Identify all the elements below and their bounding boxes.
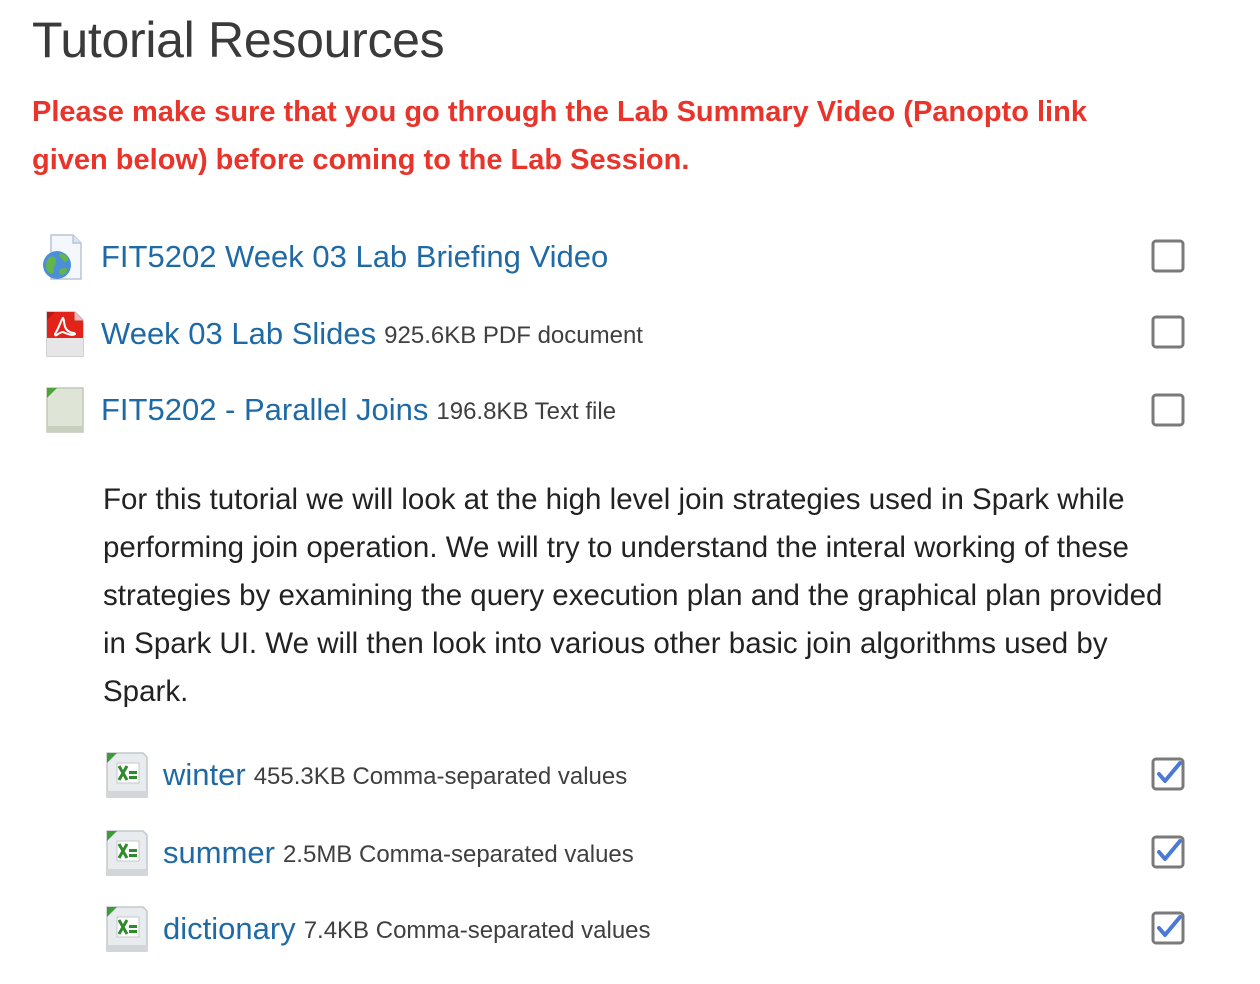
text-file-icon	[41, 386, 89, 434]
spreadsheet-file-icon	[103, 829, 151, 877]
activity-row: FIT5202 Week 03 Lab Briefing Video	[41, 229, 616, 285]
activity-link-parallel-joins[interactable]: FIT5202 - Parallel Joins 196.8KB Text fi…	[41, 386, 616, 434]
tutorial-summary: For this tutorial we will look at the hi…	[103, 483, 1163, 708]
activity-row: summer 2.5MB Comma-separated values	[103, 825, 634, 881]
resource-info: 925.6KB PDF document	[384, 322, 643, 349]
activity-row: FIT5202 - Parallel Joins 196.8KB Text fi…	[41, 382, 616, 438]
file-link-dictionary[interactable]: dictionary 7.4KB Comma-separated values	[103, 905, 651, 953]
completion-checkbox-parallel-joins[interactable]	[1151, 393, 1185, 427]
activity-row: winter 455.3KB Comma-separated values	[103, 747, 627, 803]
activity-name: dictionary	[163, 911, 296, 946]
completion-checkbox-summer[interactable]	[1151, 835, 1185, 869]
activity-name: Week 03 Lab Slides	[101, 316, 377, 351]
file-link-summer[interactable]: summer 2.5MB Comma-separated values	[103, 829, 634, 877]
resource-info: 7.4KB Comma-separated values	[303, 917, 651, 944]
completion-checkbox-briefing-video[interactable]	[1151, 239, 1185, 273]
resource-info: 196.8KB Text file	[436, 398, 617, 425]
activity-name: summer	[163, 835, 275, 870]
activity-link-lab-slides[interactable]: Week 03 Lab Slides 925.6KB PDF document	[41, 310, 643, 358]
activity-link-briefing-video[interactable]: FIT5202 Week 03 Lab Briefing Video	[41, 233, 616, 281]
completion-checkbox-lab-slides[interactable]	[1151, 315, 1185, 349]
activity-row: dictionary 7.4KB Comma-separated values	[103, 901, 651, 957]
resource-info: 2.5MB Comma-separated values	[282, 841, 634, 868]
completion-checkbox-winter[interactable]	[1151, 757, 1185, 791]
spreadsheet-file-icon	[103, 905, 151, 953]
spreadsheet-file-icon	[103, 751, 151, 799]
activity-row: Week 03 Lab Slides 925.6KB PDF document	[41, 306, 643, 362]
pdf-file-icon	[41, 310, 89, 358]
url-globe-icon	[41, 233, 89, 281]
activity-name: FIT5202 Week 03 Lab Briefing Video	[101, 239, 609, 274]
completion-checkbox-dictionary[interactable]	[1151, 911, 1185, 945]
file-link-winter[interactable]: winter 455.3KB Comma-separated values	[103, 751, 627, 799]
lab-notice: Please make sure that you go through the…	[32, 96, 1087, 176]
activity-name: winter	[163, 757, 246, 792]
activity-name: FIT5202 - Parallel Joins	[101, 392, 429, 427]
section-title: Tutorial Resources	[32, 12, 445, 68]
resource-info: 455.3KB Comma-separated values	[253, 763, 628, 790]
